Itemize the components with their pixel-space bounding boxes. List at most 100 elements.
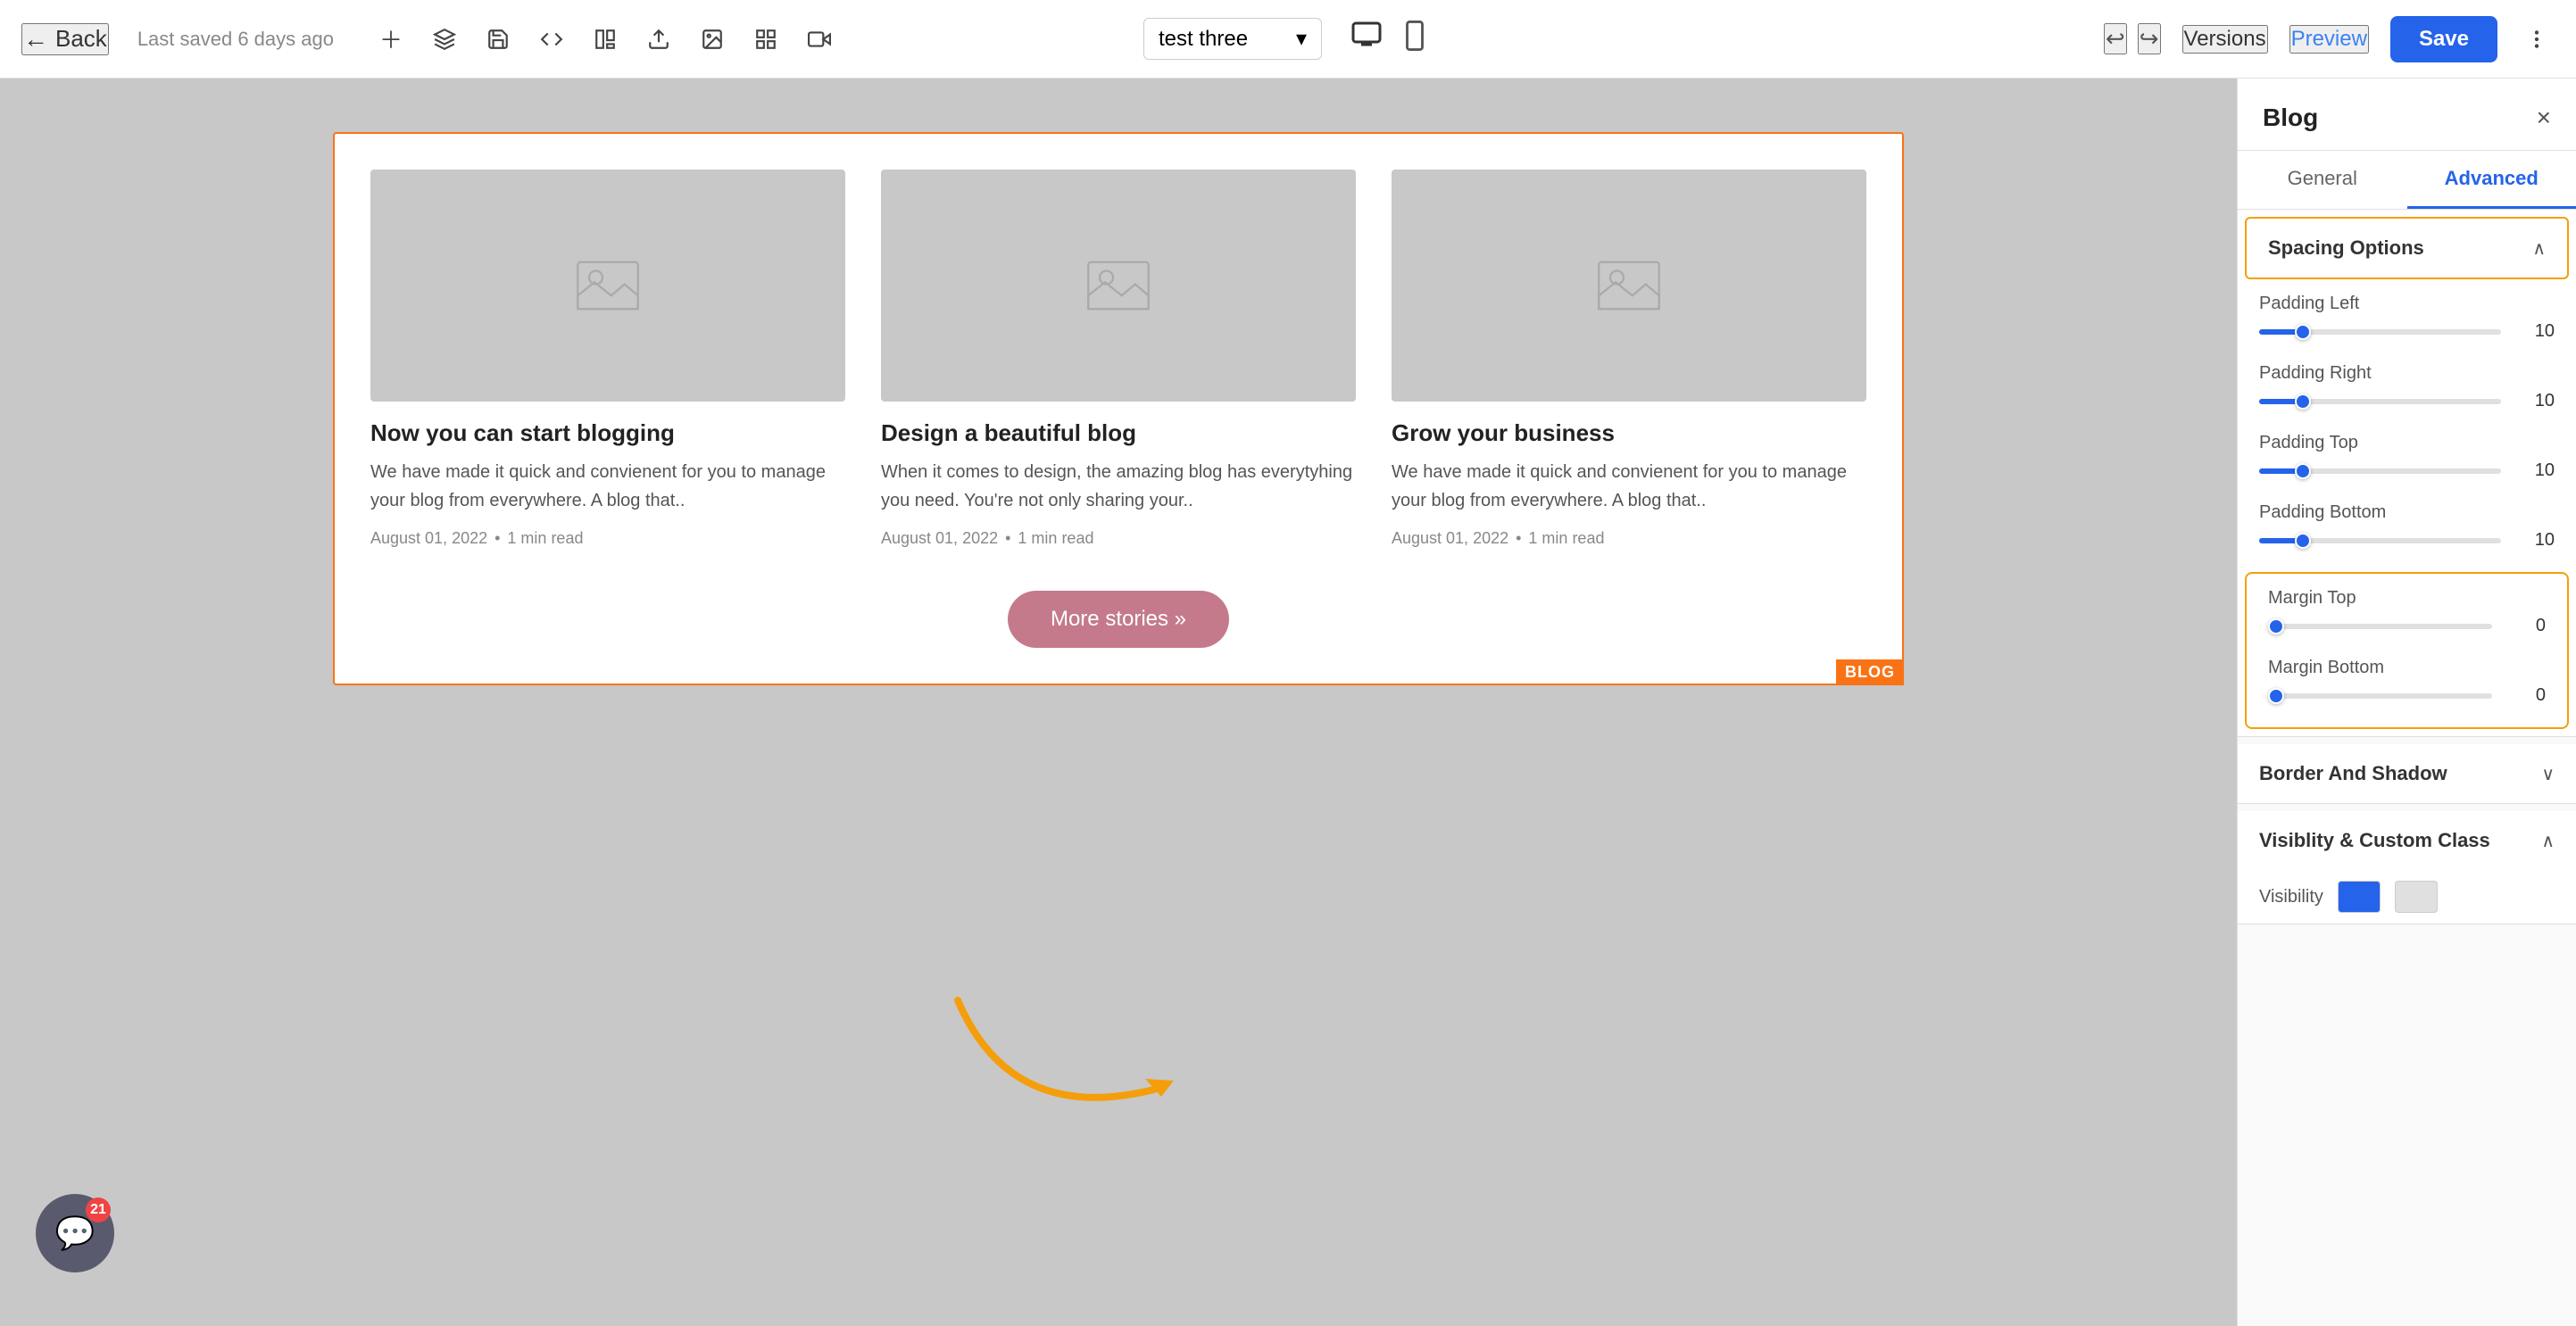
versions-button[interactable]: Versions — [2182, 25, 2268, 54]
saved-text: Last saved 6 days ago — [137, 28, 334, 51]
more-options-icon[interactable] — [2519, 21, 2555, 57]
padding-left-label: Padding Left — [2259, 294, 2555, 314]
spacing-options-header[interactable]: Spacing Options ∧ — [2245, 217, 2569, 279]
spacing-options-section: Spacing Options ∧ Padding Left 10 Paddin… — [2238, 210, 2576, 737]
card-image-1 — [370, 170, 845, 402]
spacing-options-title: Spacing Options — [2268, 236, 2424, 260]
panel-title: Blog — [2263, 104, 2318, 132]
toolbar-center: test three ▾ — [1143, 13, 1433, 65]
blog-label: BLOG — [1836, 659, 1904, 685]
padding-bottom-row: Padding Bottom 10 — [2238, 495, 2576, 565]
back-button[interactable]: ← Back — [21, 23, 109, 55]
visibility-title: Visiblity & Custom Class — [2259, 829, 2490, 852]
more-stories-button[interactable]: More stories » — [1008, 591, 1229, 648]
card-read-3: 1 min read — [1528, 529, 1604, 548]
back-arrow-icon: ← — [23, 25, 48, 54]
padding-bottom-label: Padding Bottom — [2259, 502, 2555, 523]
visibility-sub-label: Visibility — [2259, 887, 2323, 907]
margin-bottom-track[interactable] — [2268, 693, 2492, 699]
margin-top-thumb[interactable] — [2268, 618, 2284, 634]
grid-icon[interactable] — [748, 21, 784, 57]
page-selector[interactable]: test three ▾ — [1143, 18, 1322, 60]
panel-tabs: General Advanced — [2238, 151, 2576, 210]
meta-dot-3: • — [1516, 529, 1521, 548]
padding-top-row: Padding Top 10 — [2238, 426, 2576, 495]
canvas-area: Now you can start blogging We have made … — [0, 79, 2237, 1326]
blog-card: Now you can start blogging We have made … — [370, 170, 845, 548]
padding-bottom-value: 10 — [2512, 530, 2555, 551]
visibility-desktop-btn[interactable] — [2338, 881, 2381, 913]
blog-card: Design a beautiful blog When it comes to… — [881, 170, 1356, 548]
page-name: test three — [1159, 27, 1248, 52]
badge-count: 21 — [86, 1198, 111, 1222]
blog-section[interactable]: Now you can start blogging We have made … — [333, 132, 1904, 685]
card-date-2: August 01, 2022 — [881, 529, 998, 548]
visibility-header[interactable]: Visiblity & Custom Class ∧ — [2238, 811, 2576, 870]
back-label: Back — [55, 25, 107, 53]
undo-button[interactable]: ↩ — [2104, 23, 2127, 54]
image-icon[interactable] — [694, 21, 730, 57]
card-desc-1: We have made it quick and convienent for… — [370, 458, 845, 515]
top-toolbar: ← Back Last saved 6 days ago ＋ — [0, 0, 2576, 79]
border-shadow-section: Border And Shadow ∨ — [2238, 744, 2576, 804]
blog-cards: Now you can start blogging We have made … — [370, 170, 1866, 548]
add-icon[interactable]: ＋ — [373, 21, 409, 57]
padding-left-track[interactable] — [2259, 329, 2501, 335]
save-button[interactable]: Save — [2390, 16, 2497, 62]
layers-icon[interactable] — [427, 21, 462, 57]
save-file-icon[interactable] — [480, 21, 516, 57]
card-desc-2: When it comes to design, the amazing blo… — [881, 458, 1356, 515]
padding-top-label: Padding Top — [2259, 433, 2555, 453]
margin-bottom-thumb[interactable] — [2268, 688, 2284, 704]
notification-badge[interactable]: 21 💬 — [36, 1194, 114, 1272]
border-shadow-chevron-icon: ∨ — [2541, 763, 2555, 785]
media-icon[interactable] — [802, 21, 837, 57]
code-icon[interactable] — [534, 21, 569, 57]
card-title-2: Design a beautiful blog — [881, 419, 1356, 447]
card-date-1: August 01, 2022 — [370, 529, 487, 548]
border-shadow-header[interactable]: Border And Shadow ∨ — [2238, 744, 2576, 803]
margin-top-label: Margin Top — [2268, 588, 2546, 609]
upload-icon[interactable] — [641, 21, 677, 57]
redo-button[interactable]: ↪ — [2138, 23, 2161, 54]
undo-redo: ↩ ↪ — [2104, 23, 2161, 54]
margin-top-track[interactable] — [2268, 624, 2492, 629]
padding-left-row: Padding Left 10 — [2238, 286, 2576, 356]
padding-right-row: Padding Right 10 — [2238, 356, 2576, 426]
template-icon[interactable] — [587, 21, 623, 57]
device-icons — [1343, 13, 1433, 65]
margin-top-control: 0 — [2268, 616, 2546, 636]
card-meta-2: August 01, 2022 • 1 min read — [881, 529, 1356, 548]
padding-right-track[interactable] — [2259, 399, 2501, 404]
padding-right-thumb[interactable] — [2295, 394, 2311, 410]
dropdown-icon: ▾ — [1296, 26, 1307, 52]
card-desc-3: We have made it quick and convienent for… — [1392, 458, 1866, 515]
card-meta-1: August 01, 2022 • 1 min read — [370, 529, 845, 548]
card-image-2 — [881, 170, 1356, 402]
padding-bottom-control: 10 — [2259, 530, 2555, 551]
padding-left-value: 10 — [2512, 321, 2555, 342]
margin-top-value: 0 — [2503, 616, 2546, 636]
tab-general[interactable]: General — [2238, 151, 2407, 209]
meta-dot-2: • — [1005, 529, 1010, 548]
padding-bottom-thumb[interactable] — [2295, 533, 2311, 549]
mobile-device-btn[interactable] — [1397, 13, 1433, 65]
padding-top-thumb[interactable] — [2295, 463, 2311, 479]
visibility-row: Visibility — [2238, 870, 2576, 924]
chat-icon: 💬 — [55, 1214, 96, 1252]
desktop-device-btn[interactable] — [1343, 13, 1390, 65]
close-panel-button[interactable]: × — [2537, 104, 2551, 132]
visibility-mobile-btn[interactable] — [2395, 881, 2438, 913]
padding-top-track[interactable] — [2259, 468, 2501, 474]
padding-right-control: 10 — [2259, 391, 2555, 411]
card-date-3: August 01, 2022 — [1392, 529, 1508, 548]
padding-bottom-track[interactable] — [2259, 538, 2501, 543]
card-read-1: 1 min read — [507, 529, 583, 548]
preview-button[interactable]: Preview — [2289, 25, 2369, 54]
padding-top-control: 10 — [2259, 460, 2555, 481]
toolbar-left: ← Back Last saved 6 days ago — [21, 23, 334, 55]
padding-left-thumb[interactable] — [2295, 324, 2311, 340]
padding-right-label: Padding Right — [2259, 363, 2555, 384]
visibility-section: Visiblity & Custom Class ∧ Visibility — [2238, 811, 2576, 924]
tab-advanced[interactable]: Advanced — [2407, 151, 2576, 209]
